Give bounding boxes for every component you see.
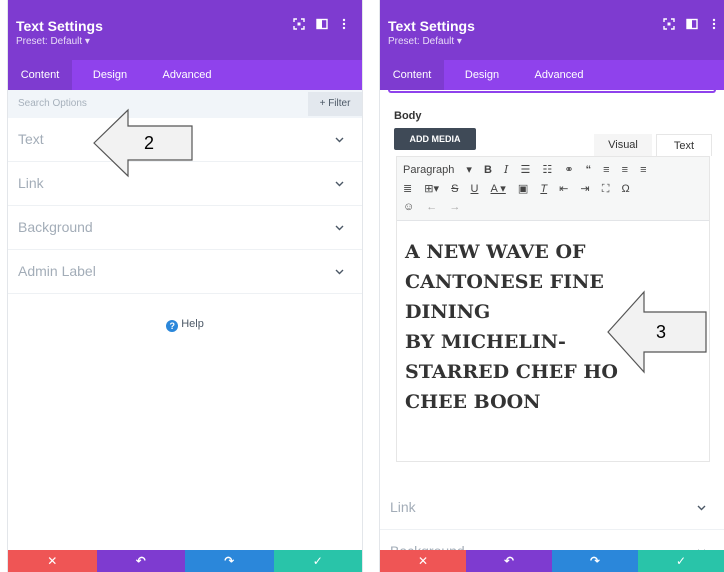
- expand-icon[interactable]: [662, 18, 676, 32]
- strikethrough-icon[interactable]: S: [451, 183, 458, 195]
- cancel-button[interactable]: ✕: [380, 550, 466, 572]
- preset-dropdown[interactable]: Preset: Default ▾: [16, 36, 90, 47]
- section-label: Text: [18, 131, 44, 147]
- chevron-down-icon: [335, 269, 344, 275]
- redo-button[interactable]: ↷: [552, 550, 638, 572]
- more-options-icon[interactable]: [337, 18, 351, 32]
- sidebar-layout-icon[interactable]: [685, 18, 699, 32]
- numbered-list-icon[interactable]: ☷: [542, 163, 552, 176]
- search-input[interactable]: Search Options: [18, 98, 87, 109]
- chevron-down-icon: [697, 505, 706, 511]
- panel-header: Text Settings Preset: Default ▾: [380, 0, 724, 60]
- blockquote-icon[interactable]: “: [586, 164, 592, 176]
- redo-icon[interactable]: →: [449, 201, 460, 213]
- bold-icon[interactable]: B: [484, 164, 492, 176]
- underline-icon[interactable]: U: [471, 183, 479, 195]
- panel-title: Text Settings: [16, 18, 103, 34]
- tab-advanced[interactable]: Advanced: [522, 60, 596, 90]
- more-options-icon[interactable]: [707, 18, 721, 32]
- text-tab[interactable]: Text: [656, 134, 712, 156]
- undo-icon[interactable]: ←: [426, 201, 437, 213]
- tab-content[interactable]: Content: [8, 60, 72, 90]
- footer-bar: ✕ ↶ ↷ ✓: [380, 550, 724, 572]
- format-select-value: Paragraph: [403, 164, 455, 176]
- annotation-label: 2: [144, 133, 155, 153]
- editor-toolbar: Paragraph ▾ B I ☰ ☷ ⚭ “ ≡ ≡ ≡ ≣ ⊞▾ S U A…: [397, 157, 709, 221]
- section-toggle-admin-label[interactable]: Admin Label: [8, 250, 362, 294]
- section-label: Link: [390, 499, 416, 515]
- save-button[interactable]: ✓: [273, 550, 362, 572]
- cancel-button[interactable]: ✕: [8, 550, 97, 572]
- save-button[interactable]: ✓: [638, 550, 724, 572]
- section-toggle-background[interactable]: Background: [8, 206, 362, 250]
- format-select[interactable]: Paragraph ▾: [403, 163, 472, 176]
- emoji-icon[interactable]: ☺: [403, 201, 414, 213]
- text-settings-panel-left: Text Settings Preset: Default ▾ Content …: [8, 0, 362, 572]
- panel-header: Text Settings Preset: Default ▾: [8, 0, 362, 60]
- body-field-label: Body: [394, 110, 422, 122]
- footer-bar: ✕ ↶ ↷ ✓: [8, 550, 362, 572]
- section-label: Admin Label: [18, 263, 96, 279]
- special-char-icon[interactable]: Ω: [621, 183, 629, 195]
- filter-button[interactable]: + Filter: [308, 92, 362, 116]
- chevron-down-icon: [335, 137, 344, 143]
- help-icon: ?: [166, 320, 179, 332]
- annotation-label: 3: [656, 322, 667, 342]
- expand-icon[interactable]: [292, 18, 306, 32]
- paste-text-icon[interactable]: ▣: [518, 182, 528, 195]
- bullet-list-icon[interactable]: ☰: [520, 163, 530, 176]
- tab-design[interactable]: Design: [80, 60, 140, 90]
- indent-icon[interactable]: ⇥: [580, 182, 589, 195]
- undo-button[interactable]: ↶: [466, 550, 552, 572]
- help-label: Help: [181, 318, 204, 330]
- chevron-down-icon: [335, 225, 344, 231]
- visual-tab[interactable]: Visual: [594, 134, 652, 156]
- section-label: Background: [18, 219, 93, 235]
- panel-title: Text Settings: [388, 18, 475, 34]
- text-settings-panel-right: Text Settings Preset: Default ▾ Content …: [380, 0, 724, 572]
- link-icon[interactable]: ⚭: [564, 163, 573, 176]
- align-right-icon[interactable]: ≡: [640, 164, 646, 176]
- italic-icon[interactable]: I: [504, 163, 508, 176]
- tab-advanced[interactable]: Advanced: [150, 60, 224, 90]
- section-label: Link: [18, 175, 44, 191]
- section-toggle-link[interactable]: Link: [380, 486, 724, 530]
- tab-design[interactable]: Design: [452, 60, 512, 90]
- content-line: A NEW WAVE OF: [405, 241, 586, 263]
- outdent-icon[interactable]: ⇤: [559, 182, 568, 195]
- preset-dropdown[interactable]: Preset: Default ▾: [388, 36, 462, 47]
- content-line: CHEE BOON: [405, 391, 541, 413]
- table-icon[interactable]: ⊞▾: [424, 182, 439, 195]
- fullscreen-icon[interactable]: ⛶: [602, 183, 610, 196]
- clear-format-icon[interactable]: T: [540, 183, 547, 195]
- align-left-icon[interactable]: ≡: [603, 164, 609, 176]
- sidebar-layout-icon[interactable]: [315, 18, 329, 32]
- focused-field-border: [388, 90, 716, 93]
- justify-icon[interactable]: ≣: [403, 182, 412, 195]
- add-media-button[interactable]: ADD MEDIA: [394, 128, 476, 150]
- chevron-down-icon: [335, 181, 344, 187]
- undo-button[interactable]: ↶: [96, 550, 185, 572]
- tab-bar: Content Design Advanced: [380, 60, 724, 90]
- help-link[interactable]: ? Help: [8, 318, 362, 332]
- align-center-icon[interactable]: ≡: [622, 164, 628, 176]
- tab-content[interactable]: Content: [380, 60, 444, 90]
- redo-button[interactable]: ↷: [185, 550, 274, 572]
- tab-bar: Content Design Advanced: [8, 60, 362, 90]
- text-color-icon[interactable]: A ▾: [491, 182, 506, 195]
